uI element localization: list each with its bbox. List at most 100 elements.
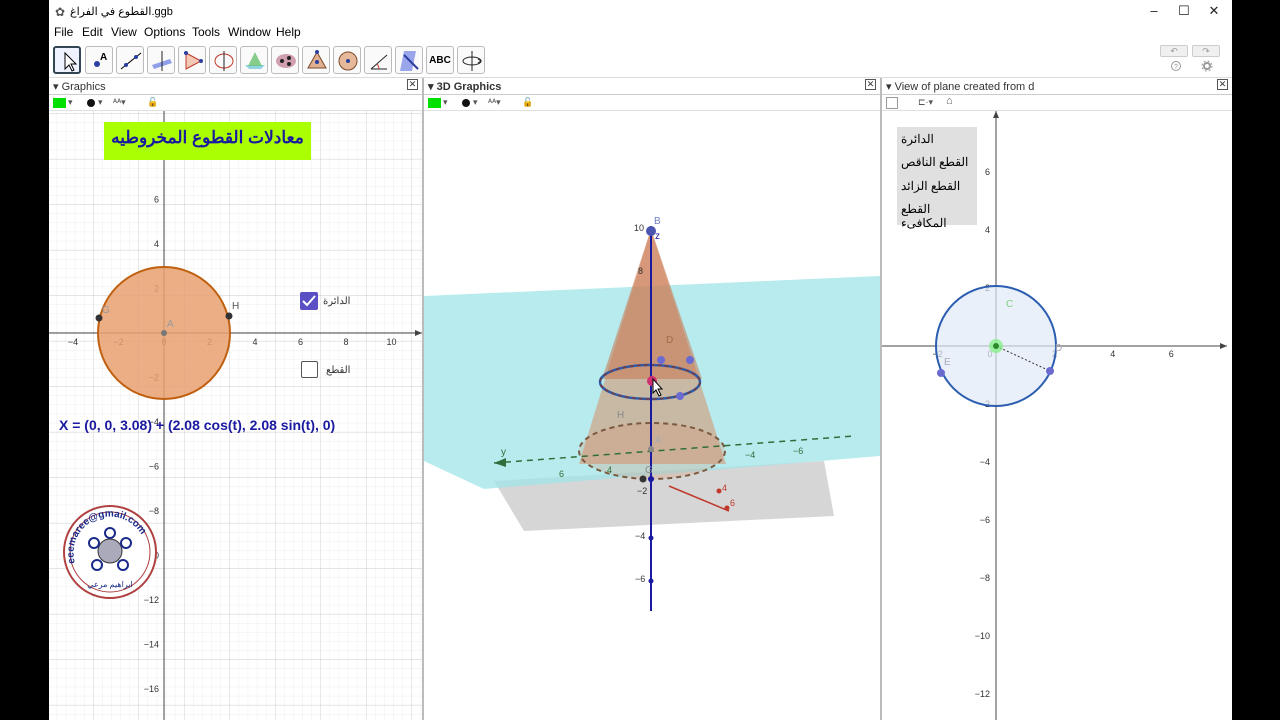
view-toggle-icon[interactable] <box>886 97 898 109</box>
chevron-down-icon[interactable]: ▾ <box>443 97 448 108</box>
angle-tool-button[interactable] <box>364 46 392 74</box>
point-b-3d[interactable] <box>646 226 656 236</box>
menu-file[interactable]: File <box>54 25 73 39</box>
y-tick-label: −6 <box>149 462 159 472</box>
checkmark-icon <box>302 295 316 307</box>
conic-menu: الدائرة القطع الناقص القطع الزائد القطع … <box>897 127 977 230</box>
perpendicular-tool-button[interactable] <box>147 46 175 74</box>
svg-text:?: ? <box>1174 64 1178 71</box>
rotate-view-tool-button[interactable] <box>457 46 485 74</box>
lock-icon[interactable]: 🔓 <box>522 97 533 108</box>
gear-icon[interactable] <box>1201 60 1213 72</box>
menu-edit[interactable]: Edit <box>82 25 103 39</box>
reflect-tool-button[interactable] <box>395 46 423 74</box>
chevron-down-icon[interactable]: ▾ <box>473 97 478 108</box>
circle-axis-icon <box>214 51 234 71</box>
conic-item-parabola[interactable]: القطع المكافىء <box>901 202 977 230</box>
graphics-style-bar: ▾ ▾ ᴬᴬ▾ 🔓 <box>49 95 422 111</box>
move-tool-button[interactable] <box>53 46 81 74</box>
help-icon[interactable]: ? <box>1170 60 1182 72</box>
redo-button[interactable]: ↷ <box>1192 45 1220 57</box>
grid-style-icon[interactable]: ⊏·▾ <box>918 97 933 108</box>
plane-y-tick-label: −8 <box>980 573 990 583</box>
graphics-view[interactable]: −4−20246810 642−2−4−6−8−10−12−14−16 A H … <box>49 111 422 720</box>
svg-text:ابراهيم مرعي: ابراهيم مرعي <box>87 580 132 589</box>
pyramid-icon <box>307 50 327 69</box>
circle-equation: X = (0, 0, 3.08) + (2.08 cos(t), 2.08 si… <box>59 417 336 433</box>
intersect-tool-button[interactable] <box>240 46 268 74</box>
label-style-icon[interactable]: ᴬᴬ▾ <box>488 97 501 108</box>
point-h[interactable] <box>225 312 233 320</box>
minimize-button[interactable]: – <box>1139 2 1169 20</box>
point-e-plane-label: E <box>944 357 951 368</box>
text-tool-button[interactable]: ABC <box>426 46 454 74</box>
circle-checkbox-label: الدائرة <box>323 296 351 307</box>
polygon-tool-button[interactable] <box>178 46 206 74</box>
title-bar: ✿ القطوع في الفراغ.ggb – ☐ ✕ <box>49 0 1232 22</box>
point-3d[interactable] <box>676 392 684 400</box>
point-icon: A <box>94 52 107 67</box>
arrow-cursor-icon <box>64 51 78 72</box>
plane-y-tick-label: −4 <box>980 457 990 467</box>
z-tick-neg4: −4 <box>635 531 645 541</box>
cone-checkbox-label: القطع <box>326 365 351 376</box>
point-d-plane[interactable] <box>1046 367 1054 375</box>
graphics3d-close-icon[interactable]: ✕ <box>865 79 876 90</box>
lock-icon[interactable]: 🔓 <box>147 97 158 108</box>
maximize-button[interactable]: ☐ <box>1169 2 1199 20</box>
graphics3d-view[interactable]: y z 10 8 −2 −4 −6 6 4 −4 −6 4 6 B D H G … <box>424 111 880 720</box>
app-icon: ✿ <box>55 5 66 19</box>
menu-tools[interactable]: Tools <box>192 25 220 39</box>
y-axis-label: y <box>501 447 506 458</box>
close-button[interactable]: ✕ <box>1199 2 1229 20</box>
point-a-label: A <box>167 319 174 330</box>
point-tool-button[interactable]: A <box>85 46 113 74</box>
chevron-down-icon[interactable]: ▾ <box>98 97 103 108</box>
conic-item-circle[interactable]: الدائرة <box>901 132 934 146</box>
point-style-icon[interactable] <box>87 99 95 107</box>
point-3d[interactable] <box>686 356 694 364</box>
line-tool-button[interactable] <box>116 46 144 74</box>
menu-view[interactable]: View <box>111 25 137 39</box>
cone-checkbox[interactable] <box>301 361 318 378</box>
point-d-plane-label: D <box>1055 343 1062 354</box>
conic-item-hyperbola[interactable]: القطع الزائد <box>901 179 960 193</box>
undo-button[interactable]: ↶ <box>1160 45 1188 57</box>
svg-text:A: A <box>100 52 107 63</box>
menu-bar: File Edit View Options Tools Window Help <box>49 22 1232 42</box>
y-tick-label: 6 <box>154 195 159 205</box>
y-tick-label: −16 <box>144 684 159 694</box>
point-3d[interactable] <box>657 356 665 364</box>
point-style-icon[interactable] <box>462 99 470 107</box>
color-swatch[interactable] <box>53 98 66 108</box>
z-tick-10: 10 <box>634 223 644 233</box>
y-tick-6: 6 <box>559 469 564 479</box>
plane-tool-button[interactable] <box>271 46 299 74</box>
pyramid-tool-button[interactable] <box>302 46 330 74</box>
menu-options[interactable]: Options <box>144 25 185 39</box>
point-a[interactable] <box>161 330 167 336</box>
plane-view-panel-header: ▾ View of plane created from d ✕ <box>882 78 1232 95</box>
x-tick-label: 10 <box>386 337 396 347</box>
label-style-icon[interactable]: ᴬᴬ▾ <box>113 97 126 108</box>
sphere-tool-button[interactable] <box>333 46 361 74</box>
conic-item-ellipse[interactable]: القطع الناقص <box>901 155 968 169</box>
plane-view-close-icon[interactable]: ✕ <box>1217 79 1228 90</box>
home-icon[interactable]: ⌂ <box>946 95 953 107</box>
color-swatch[interactable] <box>428 98 441 108</box>
menu-help[interactable]: Help <box>276 25 301 39</box>
graphics-panel-title: ▾ Graphics <box>53 81 106 93</box>
circle-tool-button[interactable] <box>209 46 237 74</box>
heading-title: معادلات القطوع المخروطيه <box>111 128 304 147</box>
plane-view-style-bar: ⊏·▾ ⌂ <box>882 95 1232 111</box>
window-title: القطوع في الفراغ.ggb <box>70 6 173 18</box>
circle-checkbox[interactable] <box>300 292 318 310</box>
point-b-3d-label: B <box>654 216 661 227</box>
chevron-down-icon[interactable]: ▾ <box>68 97 73 108</box>
point-e-plane[interactable] <box>937 369 945 377</box>
point-3d[interactable] <box>639 475 647 483</box>
text-tool-label: ABC <box>429 55 451 66</box>
menu-window[interactable]: Window <box>228 25 271 39</box>
graphics-close-icon[interactable]: ✕ <box>407 79 418 90</box>
reflect-plane-icon <box>400 51 419 71</box>
